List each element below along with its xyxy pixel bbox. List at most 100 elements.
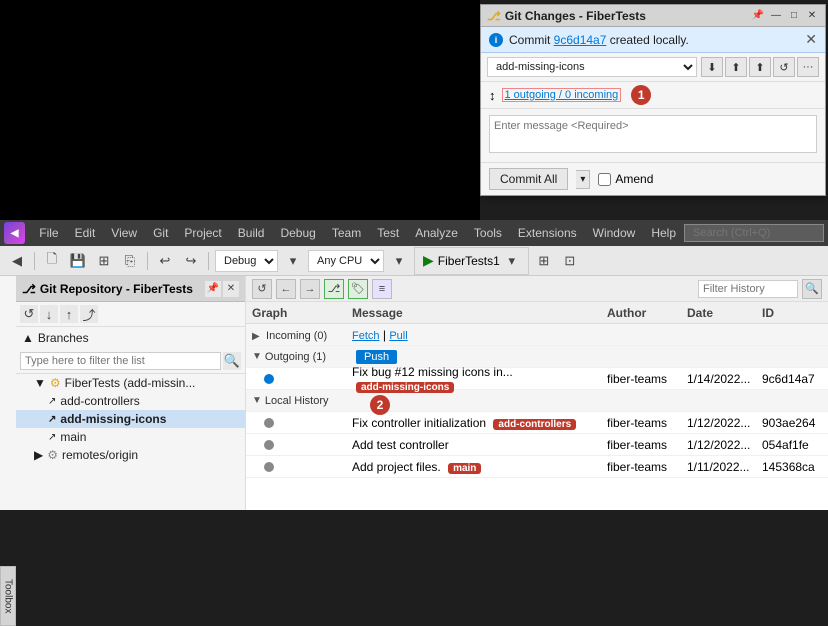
- commit-hash-link[interactable]: 9c6d14a7: [554, 33, 607, 47]
- filter-history-input[interactable]: [698, 280, 798, 298]
- sidebar-close-btn[interactable]: ✕: [223, 281, 239, 297]
- commit-all-button[interactable]: Commit All: [489, 168, 568, 190]
- fetch-up-button[interactable]: ⬆: [725, 57, 747, 77]
- menu-test[interactable]: Test: [369, 220, 407, 246]
- toolbar-undo-btn[interactable]: ↩: [154, 250, 176, 272]
- outgoing-incoming-link[interactable]: 1 outgoing / 0 incoming: [502, 88, 622, 102]
- toolbar: ◀ 🗋 💾 ⊞ ⎘ ↩ ↪ Debug ▾ Any CPU ▾ ▶ FiberT…: [0, 246, 828, 276]
- repo-item[interactable]: ▼ ⚙ FiberTests (add-missin...: [16, 374, 245, 392]
- pull-button[interactable]: ⬆: [749, 57, 771, 77]
- local-history-section[interactable]: ▼ Local History: [246, 390, 828, 412]
- filter-history-btn[interactable]: 🔍: [802, 279, 822, 299]
- run-button[interactable]: ▶ FiberTests1 ▾: [414, 247, 529, 275]
- local-row3-message: Add project files. main: [346, 460, 603, 474]
- outgoing-date: 1/14/2022...: [683, 372, 758, 386]
- menu-analyze[interactable]: Analyze: [407, 220, 466, 246]
- toolbar-extra1-btn[interactable]: ⊞: [533, 250, 555, 272]
- commit-row: Commit All ▾ Amend: [481, 163, 825, 195]
- maximize-button[interactable]: □: [787, 9, 801, 23]
- local-row2-author: fiber-teams: [603, 438, 683, 452]
- close-button[interactable]: ✕: [805, 9, 819, 23]
- pin-button[interactable]: 📌: [751, 9, 765, 23]
- outgoing-author: fiber-teams: [603, 372, 683, 386]
- panel-title: ⎇ Git Changes - FiberTests: [487, 9, 646, 23]
- graph-refresh-btn[interactable]: ↺: [252, 279, 272, 299]
- toolbar-copy-btn[interactable]: ⎘: [119, 250, 141, 272]
- branches-header[interactable]: ▲ Branches: [16, 329, 245, 347]
- amend-checkbox[interactable]: [598, 173, 611, 186]
- graph-branch-btn[interactable]: ⎇: [324, 279, 344, 299]
- toolbar-redo-btn[interactable]: ↪: [180, 250, 202, 272]
- fetch-link[interactable]: Fetch: [352, 330, 380, 342]
- branch-select[interactable]: add-missing-icons: [487, 57, 697, 77]
- menu-project[interactable]: Project: [176, 220, 229, 246]
- push-tree-btn[interactable]: ⤴: [80, 305, 98, 323]
- toolbar-back-btn[interactable]: ◀: [6, 250, 28, 272]
- menu-edit[interactable]: Edit: [67, 220, 104, 246]
- local-row3-graph: [246, 462, 346, 472]
- tree-filter-input[interactable]: [20, 352, 221, 370]
- menu-build[interactable]: Build: [230, 220, 273, 246]
- refresh-btn[interactable]: ↺: [20, 305, 38, 323]
- sidebar-pin-btn[interactable]: 📌: [205, 281, 221, 297]
- branch-indicator-icon: ↕: [489, 88, 496, 103]
- pull-link[interactable]: Pull: [389, 330, 407, 342]
- platform-select[interactable]: Any CPU: [308, 250, 384, 272]
- local-row-2[interactable]: Add test controller fiber-teams 1/12/202…: [246, 434, 828, 456]
- menu-debug[interactable]: Debug: [272, 220, 323, 246]
- outgoing-data-row[interactable]: Fix bug #12 missing icons in... add-miss…: [246, 368, 828, 390]
- toolbar-new-btn[interactable]: 🗋: [41, 250, 63, 272]
- platform-dropdown-btn[interactable]: ▾: [388, 250, 410, 272]
- graph-prev-btn[interactable]: ←: [276, 279, 296, 299]
- branch-main[interactable]: ↗ main: [16, 428, 245, 446]
- menu-git[interactable]: Git: [145, 220, 176, 246]
- branch-missing-label: add-missing-icons: [60, 412, 166, 426]
- incoming-section[interactable]: ▶ Incoming (0) Fetch | Pull: [246, 324, 828, 346]
- toolbar-save-btn[interactable]: 💾: [67, 250, 89, 272]
- menu-view[interactable]: View: [103, 220, 145, 246]
- menu-team[interactable]: Team: [324, 220, 369, 246]
- menu-window[interactable]: Window: [585, 220, 644, 246]
- pull-tree-btn[interactable]: ↑: [60, 305, 78, 323]
- graph-tag-btn[interactable]: 🏷: [348, 279, 368, 299]
- config-dropdown-btn[interactable]: ▾: [282, 250, 304, 272]
- run-dropdown-btn[interactable]: ▾: [504, 250, 520, 272]
- col-header-graph: Graph: [246, 306, 346, 320]
- outgoing-graph-col: ▼ Outgoing (1): [246, 351, 346, 363]
- commit-dropdown-button[interactable]: ▾: [576, 170, 590, 189]
- filter-history-row: 🔍: [698, 279, 822, 299]
- sync-row: ↕ 1 outgoing / 0 incoming 1: [481, 82, 825, 109]
- toolbar-saveall-btn[interactable]: ⊞: [93, 250, 115, 272]
- message-input[interactable]: [489, 115, 817, 153]
- toolbox-tab[interactable]: Toolbox: [0, 566, 16, 626]
- fetch-btn[interactable]: ↓: [40, 305, 58, 323]
- col-header-message: Message: [346, 306, 603, 320]
- local-row2-id: 054af1fe: [758, 438, 828, 452]
- remotes-icon: ⚙: [47, 448, 58, 462]
- graph-filter-btn[interactable]: ≡: [372, 279, 392, 299]
- tree-filter-btn[interactable]: 🔍: [223, 352, 241, 370]
- col-header-id: ID: [758, 306, 828, 320]
- graph-area: ↺ ← → ⎇ 🏷 ≡ 🔍 Graph Message Author Date …: [246, 276, 828, 510]
- sync-button[interactable]: ↺: [773, 57, 795, 77]
- toolbar-extra2-btn[interactable]: ⊡: [559, 250, 581, 272]
- panel-titlebar: ⎇ Git Changes - FiberTests 📌 — □ ✕: [481, 5, 825, 27]
- menu-help[interactable]: Help: [643, 220, 684, 246]
- fetch-down-button[interactable]: ⬇: [701, 57, 723, 77]
- local-row-3[interactable]: Add project files. main fiber-teams 1/11…: [246, 456, 828, 478]
- branch-add-controllers[interactable]: ↗ add-controllers: [16, 392, 245, 410]
- branch-add-missing-icons[interactable]: ↗ add-missing-icons: [16, 410, 245, 428]
- local-row-1[interactable]: Fix controller initialization add-contro…: [246, 412, 828, 434]
- menu-file[interactable]: File: [31, 220, 66, 246]
- remotes-expand-icon: ▶: [34, 448, 43, 462]
- minimize-button[interactable]: —: [769, 9, 783, 23]
- menu-tools[interactable]: Tools: [466, 220, 510, 246]
- search-input[interactable]: [684, 224, 824, 242]
- push-button[interactable]: Push: [356, 350, 397, 364]
- remotes-item[interactable]: ▶ ⚙ remotes/origin: [16, 446, 245, 464]
- graph-next-btn[interactable]: →: [300, 279, 320, 299]
- debug-config-select[interactable]: Debug: [215, 250, 278, 272]
- menu-extensions[interactable]: Extensions: [510, 220, 585, 246]
- more-button[interactable]: ···: [797, 57, 819, 77]
- info-close-button[interactable]: ✕: [805, 31, 817, 48]
